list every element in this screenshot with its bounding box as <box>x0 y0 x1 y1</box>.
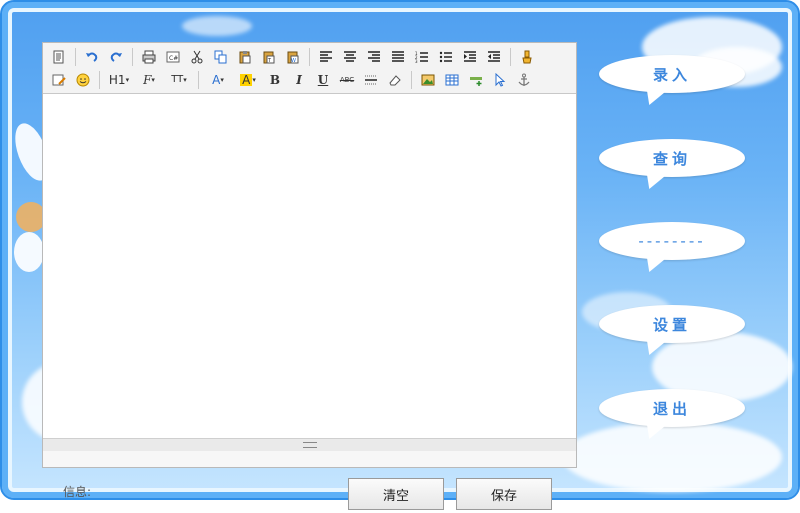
undo-icon[interactable] <box>82 47 102 67</box>
toolbar-row-1: C# T W 1 2 3 <box>49 46 537 68</box>
editor-content-area[interactable] <box>43 94 576 439</box>
image-icon[interactable] <box>418 70 438 90</box>
align-left-icon[interactable] <box>316 47 336 67</box>
italic-button[interactable]: I <box>289 70 309 90</box>
menu-settings-button[interactable]: 设置 <box>599 305 745 343</box>
unordered-list-icon[interactable] <box>436 47 456 67</box>
svg-text:C#: C# <box>169 55 178 62</box>
svg-text:W: W <box>291 58 296 64</box>
background-color-label: A <box>240 73 253 87</box>
font-family-label: F <box>143 73 152 87</box>
insert-row-icon[interactable] <box>466 70 486 90</box>
toolbar-separator <box>198 71 199 89</box>
strikethrough-label: ABC <box>339 75 355 84</box>
eraser-icon[interactable] <box>385 70 405 90</box>
flower-decoration <box>14 232 44 272</box>
save-button[interactable]: 保存 <box>456 478 552 510</box>
table-icon[interactable] <box>442 70 462 90</box>
font-size-label: TT <box>171 74 184 85</box>
code-icon[interactable]: C# <box>163 47 183 67</box>
format-painter-icon[interactable] <box>517 47 537 67</box>
toolbar-separator <box>132 48 133 66</box>
align-center-icon[interactable] <box>340 47 360 67</box>
heading-label: H1 <box>108 73 126 87</box>
menu-enter-button[interactable]: 录入 <box>599 55 745 93</box>
select-cursor-icon[interactable] <box>490 70 510 90</box>
toolbar-row-2: H1 ▾ F ▾ TT ▾ A ▾ A ▾ B I U ABC <box>49 69 534 91</box>
info-label: 信息: <box>63 485 92 499</box>
toolbar-separator <box>99 71 100 89</box>
menu-exit-button[interactable]: 退出 <box>599 389 745 427</box>
toolbar-separator <box>411 71 412 89</box>
italic-label: I <box>296 73 302 87</box>
outdent-icon[interactable] <box>484 47 504 67</box>
horizontal-rule-icon[interactable] <box>361 70 381 90</box>
font-family-dropdown[interactable]: F ▾ <box>136 70 162 90</box>
editor-resize-handle[interactable] <box>43 439 576 451</box>
editor-toolbar: C# T W 1 2 3 H1 ▾ F ▾ TT ▾ A ▾ A ▾ B I U… <box>43 43 576 94</box>
toolbar-separator <box>510 48 511 66</box>
cloud-decoration <box>182 16 252 36</box>
cut-icon[interactable] <box>187 47 207 67</box>
clear-button[interactable]: 清空 <box>348 478 444 510</box>
emoticon-icon[interactable] <box>73 70 93 90</box>
bold-label: B <box>269 73 281 87</box>
svg-text:3: 3 <box>415 59 418 64</box>
indent-icon[interactable] <box>460 47 480 67</box>
paste-icon[interactable] <box>235 47 255 67</box>
bold-button[interactable]: B <box>265 70 285 90</box>
source-icon[interactable] <box>49 47 69 67</box>
resize-grip-icon <box>302 442 317 448</box>
background-color-button[interactable]: A ▾ <box>235 70 261 90</box>
menu-query-button[interactable]: 查询 <box>599 139 745 177</box>
template-icon[interactable] <box>49 70 69 90</box>
print-icon[interactable] <box>139 47 159 67</box>
font-color-button[interactable]: A ▾ <box>205 70 231 90</box>
underline-button[interactable]: U <box>313 70 333 90</box>
paste-word-icon[interactable]: W <box>283 47 303 67</box>
font-size-dropdown[interactable]: TT ▾ <box>166 70 192 90</box>
toolbar-separator <box>75 48 76 66</box>
align-justify-icon[interactable] <box>388 47 408 67</box>
underline-label: U <box>317 73 329 87</box>
cloud-decoration <box>562 422 782 492</box>
heading-dropdown[interactable]: H1 ▾ <box>106 70 132 90</box>
editor-footer: 信息: 清空 保存 <box>43 453 576 513</box>
toolbar-separator <box>309 48 310 66</box>
font-color-label: A <box>212 73 221 87</box>
anchor-icon[interactable] <box>514 70 534 90</box>
strikethrough-button[interactable]: ABC <box>337 70 357 90</box>
menu-separator-button[interactable]: -------- <box>599 222 745 260</box>
ordered-list-icon[interactable]: 123 <box>412 47 432 67</box>
copy-icon[interactable] <box>211 47 231 67</box>
window-frame: C# T W 1 2 3 H1 ▾ F ▾ TT ▾ A ▾ A ▾ B I U… <box>0 0 800 510</box>
rich-text-editor: C# T W 1 2 3 H1 ▾ F ▾ TT ▾ A ▾ A ▾ B I U… <box>42 42 577 510</box>
align-right-icon[interactable] <box>364 47 384 67</box>
redo-icon[interactable] <box>106 47 126 67</box>
paste-text-icon[interactable]: T <box>259 47 279 67</box>
